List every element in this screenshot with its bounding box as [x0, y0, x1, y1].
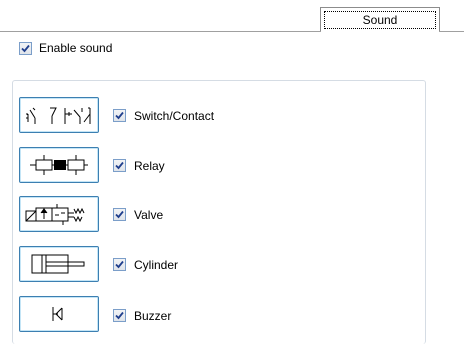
checkmark-icon [21, 44, 30, 53]
tab-join [321, 31, 439, 32]
cylinder-sound-button[interactable] [19, 246, 99, 282]
valve-sound-button[interactable] [19, 196, 99, 232]
buzzer-label: Buzzer [134, 309, 172, 323]
checkmark-icon [115, 260, 124, 269]
enable-sound-label: Enable sound [39, 41, 113, 55]
buzzer-sound-button[interactable] [19, 296, 99, 332]
checkmark-icon [115, 210, 124, 219]
tab-sound-label: Sound [324, 11, 436, 29]
cylinder-icon [31, 254, 85, 274]
checkmark-icon [115, 161, 124, 170]
switch-contact-sound-button[interactable] [19, 97, 99, 133]
valve-label: Valve [134, 208, 164, 222]
valve-checkbox[interactable] [113, 208, 126, 221]
buzzer-checkbox[interactable] [113, 309, 126, 322]
cylinder-checkbox[interactable] [113, 258, 126, 271]
enable-sound-checkbox[interactable] [19, 42, 32, 55]
switch-contact-icon [26, 107, 91, 124]
checkmark-icon [115, 111, 124, 120]
relay-label: Relay [134, 159, 165, 173]
checkmark-icon [115, 311, 124, 320]
relay-sound-button[interactable] [19, 147, 99, 183]
switch-contact-label: Switch/Contact [134, 109, 215, 123]
cylinder-label: Cylinder [134, 258, 179, 272]
valve-icon [25, 204, 85, 225]
tab-sound[interactable]: Sound [320, 7, 440, 31]
switch-contact-checkbox[interactable] [113, 109, 126, 122]
relay-icon [30, 155, 88, 175]
relay-checkbox[interactable] [113, 159, 126, 172]
buzzer-icon [52, 307, 63, 321]
